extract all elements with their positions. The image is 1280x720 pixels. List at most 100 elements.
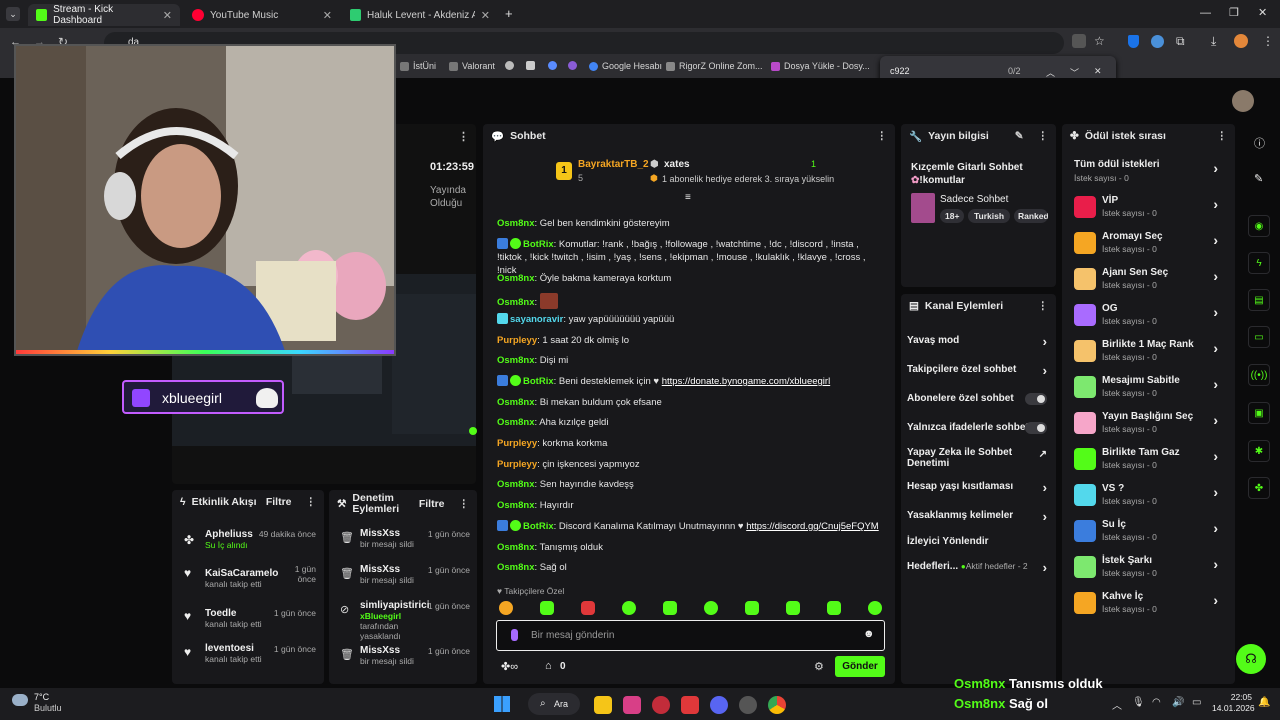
window-close-icon[interactable]: ✕ (1258, 6, 1267, 19)
volume-icon[interactable]: 🔊 (1172, 697, 1184, 708)
chat-username[interactable]: Osm8nx (497, 218, 535, 229)
chat-username[interactable]: Osm8nx (497, 397, 535, 408)
emote-icon[interactable] (745, 601, 759, 615)
tag-chip[interactable]: Ranked (1014, 209, 1048, 223)
all-rewards-row[interactable]: Tüm ödül istekleri İstek sayısı - 0 › (1074, 158, 1224, 188)
channel-actions-menu-icon[interactable]: ⋮ (1038, 300, 1049, 312)
maximize-icon[interactable]: ❐ (1229, 6, 1239, 19)
bookmark-icon-2[interactable] (526, 61, 535, 70)
emote-icon[interactable] (622, 601, 636, 615)
preview-menu-icon[interactable]: ⋮ (458, 130, 469, 143)
banned-words-row[interactable]: Yasaklanmış kelimeler › (907, 509, 1051, 524)
bookmark-rigorz[interactable]: RigorZ Online Zom... (666, 61, 763, 71)
emote-icon[interactable] (827, 601, 841, 615)
chat-username[interactable]: Osm8nx (497, 542, 535, 553)
goals-row[interactable]: Hedefleri... ●Aktif hedefler - 2 › (907, 560, 1051, 575)
chat-link[interactable]: https://donate.bynogame.com/xblueegirl (662, 376, 830, 387)
reward-item[interactable]: VS ? İstek sayısı - 0 › (1074, 482, 1224, 512)
account-age-row[interactable]: Hesap yaşı kısıtlaması › (907, 480, 1051, 495)
tab-haluk-levent[interactable]: Haluk Levent - Akdeniz Akşamı ✕ (342, 4, 498, 26)
app-icon[interactable] (681, 696, 699, 714)
reward-queue-menu-icon[interactable]: ⋮ (1217, 130, 1228, 142)
chat-username[interactable]: Osm8nx (497, 297, 535, 308)
chat-username[interactable]: Purpleyy (497, 335, 537, 346)
reward-item[interactable]: Aromayı Seç İstek sayısı - 0 › (1074, 230, 1224, 260)
activity-menu-icon[interactable]: ⋮ (306, 496, 317, 508)
emote-icon[interactable] (499, 601, 513, 615)
rewards-icon[interactable]: ✤ (1248, 477, 1270, 499)
stream-info-menu-icon[interactable]: ⋮ (1038, 130, 1049, 142)
chat-icon[interactable]: ▭ (1248, 326, 1270, 348)
profile-avatar[interactable] (1234, 34, 1248, 48)
slow-mode-row[interactable]: Yavaş mod › (907, 334, 1051, 349)
bookmark-icon-1[interactable] (505, 61, 514, 70)
lightning-icon[interactable]: ϟ (1248, 252, 1270, 274)
chat-username[interactable]: BotRix (523, 521, 554, 532)
tab-youtube-music[interactable]: YouTube Music ✕ (184, 4, 340, 26)
moderation-filter-button[interactable]: Filtre (419, 498, 445, 510)
bookmark-istuni[interactable]: İstÜni (400, 61, 436, 71)
activity-filter-button[interactable]: Filtre (266, 496, 292, 508)
notification-bell-icon[interactable]: 🔔 (1258, 697, 1270, 708)
broadcast-icon[interactable]: ((•)) (1248, 364, 1270, 386)
moderation-user[interactable]: MissXss (360, 564, 400, 575)
tray-chevron-icon[interactable]: ︿ (1112, 697, 1122, 712)
chat-username[interactable]: Osm8nx (497, 562, 535, 573)
app-icon[interactable] (652, 696, 670, 714)
followers-only-row[interactable]: Takipçilere özel sohbet › (907, 363, 1051, 378)
subscribers-only-row[interactable]: Abonelere özel sohbet (907, 393, 1051, 405)
chat-username[interactable]: Purpleyy (497, 459, 537, 470)
chat-username[interactable]: Osm8nx (497, 273, 535, 284)
file-explorer-icon[interactable] (594, 696, 612, 714)
activity-user[interactable]: Toedle (205, 608, 236, 619)
emote-icon[interactable] (663, 601, 677, 615)
bookmark-google-account[interactable]: Google Hesabı (589, 61, 662, 71)
bookmark-icon-3[interactable] (548, 61, 557, 70)
reward-item[interactable]: İstek Şarkı İstek sayısı - 0 › (1074, 554, 1224, 584)
extension-icon[interactable] (1151, 35, 1164, 48)
chrome-icon[interactable] (768, 696, 786, 714)
close-tab-icon[interactable]: ✕ (323, 9, 332, 22)
new-tab-icon[interactable]: + (505, 6, 513, 21)
bookmark-icon-4[interactable] (568, 61, 577, 70)
reward-item[interactable]: Su İç İstek sayısı - 0 › (1074, 518, 1224, 548)
battery-icon[interactable]: ▭ (1192, 697, 1201, 708)
extensions-puzzle-icon[interactable]: ⧉ (1176, 34, 1185, 49)
discord-icon[interactable] (710, 696, 728, 714)
edit-pencil-icon[interactable]: ✎ (1015, 130, 1024, 142)
taskbar-clock[interactable]: 22:05 14.01.2026 (1212, 692, 1255, 714)
minimize-icon[interactable]: — (1200, 7, 1211, 19)
mic-tray-icon[interactable]: 🎙 (1132, 697, 1145, 708)
find-close-icon[interactable]: ✕ (1094, 66, 1102, 77)
close-tab-icon[interactable]: ✕ (163, 9, 172, 22)
reward-item[interactable]: Ajanı Sen Seç İstek sayısı - 0 › (1074, 266, 1224, 296)
windows-start-icon[interactable] (494, 696, 510, 712)
info-icon[interactable]: ⓘ (1254, 135, 1265, 151)
chat-username[interactable]: Osm8nx (497, 500, 535, 511)
moderation-user[interactable]: MissXss (360, 645, 400, 656)
chat-username[interactable]: BotRix (523, 376, 554, 387)
chat-link[interactable]: https://discord.gg/Cnuj5eFQYM (746, 521, 879, 532)
emotes-only-row[interactable]: Yalnızca ifadelerle sohbet (907, 422, 1051, 434)
category-name[interactable]: Sadece Sohbet (940, 194, 1008, 205)
chat-username[interactable]: Osm8nx (497, 355, 535, 366)
instagram-icon[interactable] (623, 696, 641, 714)
mic-icon[interactable] (511, 629, 518, 641)
steam-icon[interactable] (739, 696, 757, 714)
send-button[interactable]: Gönder (835, 656, 885, 677)
emote-icon[interactable] (868, 601, 882, 615)
taskbar-search[interactable]: ⌕ Ara (528, 693, 580, 715)
activity-user[interactable]: leventoesi (205, 643, 254, 654)
reward-item[interactable]: VİP İstek sayısı - 0 › (1074, 194, 1224, 224)
close-tab-icon[interactable]: ✕ (481, 9, 490, 22)
pencil-icon[interactable]: ✎ (1254, 172, 1263, 185)
install-app-icon[interactable] (1072, 34, 1086, 48)
chat-menu-icon[interactable]: ⋮ (877, 130, 888, 142)
bookmark-star-icon[interactable]: ☆ (1094, 34, 1105, 48)
subscribers-only-toggle[interactable] (1025, 393, 1047, 405)
download-icon[interactable]: ⤓ (1211, 34, 1216, 49)
emoji-picker-icon[interactable]: ☻ (863, 628, 875, 640)
reward-item[interactable]: Birlikte Tam Gaz İstek sayısı - 0 › (1074, 446, 1224, 476)
chat-username[interactable]: BotRix (523, 239, 554, 250)
bookmark-dosya-yukle[interactable]: Dosya Yükle - Dosy... (771, 61, 870, 71)
